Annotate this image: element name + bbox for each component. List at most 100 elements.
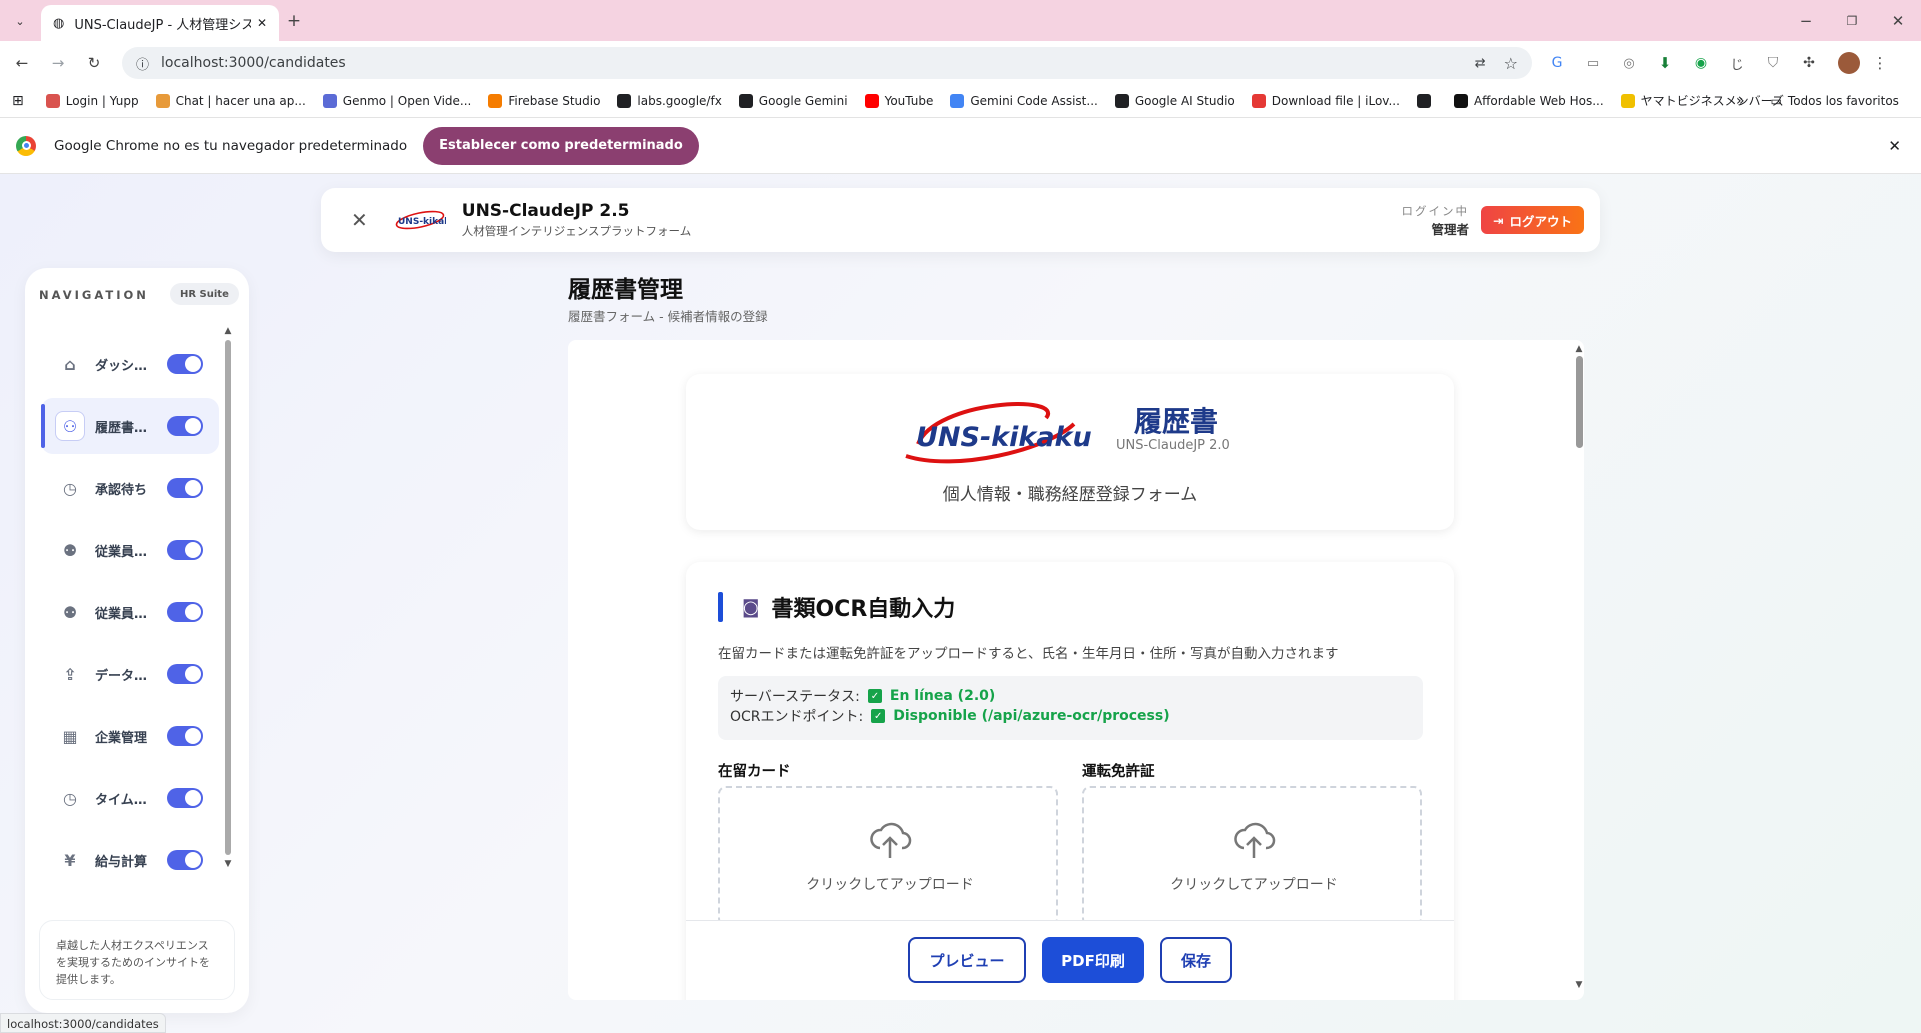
sidebar-item-label: 従業員一覧 xyxy=(95,606,157,622)
pdf-print-button[interactable]: PDF印刷 xyxy=(1042,937,1144,983)
sidebar-item[interactable]: ⚉ 従業員管理 xyxy=(41,522,219,578)
cloud-upload-icon xyxy=(868,818,912,866)
scroll-up-icon[interactable]: ▲ xyxy=(1574,344,1584,354)
bookmark-favicon-icon xyxy=(1251,93,1266,108)
folder-icon: ▭ xyxy=(1770,94,1782,108)
sidebar-scrollbar[interactable]: ▲ ▼ xyxy=(223,326,233,891)
bookmark-item[interactable]: Genmo | Open Vide... xyxy=(322,93,471,108)
sidebar-badge: HR Suite xyxy=(170,283,239,305)
apps-icon[interactable]: ⊞ xyxy=(12,93,24,109)
bookmark-item[interactable] xyxy=(1416,93,1437,108)
ocr-accent-bar xyxy=(718,592,723,622)
close-window-button[interactable]: ✕ xyxy=(1875,8,1921,34)
bookmark-favicon-icon xyxy=(488,93,503,108)
bookmark-item[interactable]: Gemini Code Assist... xyxy=(950,93,1098,108)
plus-icon: + xyxy=(286,11,302,31)
tab-search-button[interactable]: ⌄ xyxy=(8,9,32,33)
bookmark-item[interactable]: Download file | iLov... xyxy=(1251,93,1400,108)
infobar-text: Google Chrome no es tu navegador predete… xyxy=(54,137,408,154)
bookmark-item[interactable]: YouTube xyxy=(864,93,933,108)
star-icon[interactable]: ☆ xyxy=(1504,54,1518,73)
sidebar-item-toggle[interactable] xyxy=(167,726,203,746)
sidebar-item-toggle[interactable] xyxy=(167,602,203,622)
chevron-right-double-icon[interactable]: » xyxy=(1736,93,1745,109)
reload-icon: ↻ xyxy=(87,54,101,72)
set-default-button[interactable]: Establecer como predeterminado xyxy=(423,126,699,165)
form-scrollbar[interactable]: ▲ ▼ xyxy=(1574,344,1584,996)
save-button[interactable]: 保存 xyxy=(1160,937,1232,983)
menu-icon[interactable]: ⋮ xyxy=(1870,50,1890,76)
sidebar-item-toggle[interactable] xyxy=(167,540,203,560)
close-tab-icon[interactable]: ✕ xyxy=(257,16,267,30)
bookmark-favicon-icon xyxy=(617,93,632,108)
building-icon: ▦ xyxy=(62,726,78,746)
bookmark-item[interactable]: Affordable Web Hos... xyxy=(1453,93,1604,108)
shield-icon[interactable]: ⛉ xyxy=(1760,50,1786,76)
sidebar-item[interactable]: ⌂ ダッシュボード xyxy=(41,336,219,392)
bookmark-item[interactable]: Chat | hacer una ap... xyxy=(155,93,306,108)
endpoint-value: Disponible (/api/azure-ocr/process) xyxy=(893,708,1170,724)
sidebar-item-label: ダッシュボード xyxy=(95,358,157,374)
arrow-left-icon: ← xyxy=(15,54,29,72)
scroll-up-icon[interactable]: ▲ xyxy=(223,326,233,336)
bookmark-item[interactable]: Google Gemini xyxy=(738,93,848,108)
bookmark-favicon-icon xyxy=(738,93,753,108)
grammar-extension-icon[interactable]: ◉ xyxy=(1688,50,1714,76)
login-status: ログイン中 xyxy=(1401,203,1469,218)
bookmark-item[interactable]: Firebase Studio xyxy=(488,93,600,108)
close-infobar-icon[interactable]: ✕ xyxy=(1888,137,1901,155)
download-extension-icon[interactable]: ⬇ xyxy=(1652,50,1678,76)
user-plus-icon: ⚇ xyxy=(55,411,85,441)
browser-tab-active[interactable]: ◍ UNS-ClaudeJP - 人材管理システム ✕ xyxy=(41,5,279,41)
restore-button[interactable]: ❐ xyxy=(1829,8,1875,34)
ime-icon[interactable]: じ xyxy=(1724,50,1750,76)
bookmark-item[interactable]: Google AI Studio xyxy=(1114,93,1235,108)
sidebar-item[interactable]: ⚇ 履歴書管理 xyxy=(41,398,219,454)
sidebar-item-toggle[interactable] xyxy=(167,478,203,498)
back-button[interactable]: ← xyxy=(8,49,36,77)
scroll-down-icon[interactable]: ▼ xyxy=(1574,980,1584,990)
scroll-down-icon[interactable]: ▼ xyxy=(223,859,233,869)
sidebar-item[interactable]: ▦ 企業管理 xyxy=(41,708,219,764)
logout-button[interactable]: ⇥ ログアウト xyxy=(1481,206,1584,234)
sidebar-item[interactable]: ¥ 給与計算 xyxy=(41,832,219,888)
preview-button[interactable]: プレビュー xyxy=(908,937,1026,983)
site-info-icon[interactable]: ⓘ xyxy=(136,54,149,73)
bookmark-label: labs.google/fx xyxy=(637,93,722,108)
chrome-logo-icon xyxy=(16,135,36,156)
sidebar-item-toggle[interactable] xyxy=(167,664,203,684)
users-icon: ⚉ xyxy=(62,540,78,560)
sidebar-item[interactable]: ◷ タイムカード xyxy=(41,770,219,826)
bookmark-favicon-icon xyxy=(1114,93,1129,108)
forward-button[interactable]: → xyxy=(44,49,72,77)
camera-icon: ◙ xyxy=(742,596,760,618)
sidebar-item-toggle[interactable] xyxy=(167,788,203,808)
new-tab-button[interactable]: + xyxy=(283,10,305,32)
sidebar-item-toggle[interactable] xyxy=(167,850,203,870)
sidebar-item-toggle[interactable] xyxy=(167,416,203,436)
close-sidebar-icon[interactable]: ✕ xyxy=(351,208,368,232)
scroll-thumb[interactable] xyxy=(1575,356,1583,448)
bookmark-label: Chat | hacer una ap... xyxy=(175,93,306,108)
sidebar-item[interactable]: ⇪ データ入力 xyxy=(41,646,219,702)
sidebar-item-toggle[interactable] xyxy=(167,354,203,374)
puzzle-icon[interactable]: ✣ xyxy=(1796,50,1822,76)
cast-icon[interactable]: ▭ xyxy=(1580,50,1606,76)
sidebar-item[interactable]: ⚉ 従業員一覧 xyxy=(41,584,219,640)
logout-icon: ⇥ xyxy=(1493,212,1504,228)
sidebar-item[interactable]: ◷ 承認待ち xyxy=(41,460,219,516)
google-translate-icon[interactable]: G xyxy=(1544,50,1570,76)
scroll-thumb[interactable] xyxy=(225,340,231,855)
bookmark-item[interactable]: labs.google/fx xyxy=(617,93,722,108)
license-upload[interactable]: クリックしてアップロード xyxy=(1082,786,1422,926)
residence-card-upload[interactable]: クリックしてアップロード xyxy=(718,786,1058,926)
license-label: 運転免許証 xyxy=(1082,764,1155,780)
address-bar[interactable]: ⓘ localhost:3000/candidates ⇄ ☆ xyxy=(122,47,1532,79)
reload-button[interactable]: ↻ xyxy=(80,49,108,77)
chat-icon[interactable]: ◎ xyxy=(1616,50,1642,76)
translate-icon[interactable]: ⇄ xyxy=(1475,56,1486,71)
bookmark-item[interactable]: Login | Yupp xyxy=(45,93,139,108)
avatar[interactable] xyxy=(1838,52,1860,74)
all-bookmarks-link[interactable]: Todos los favoritos xyxy=(1788,94,1899,108)
minimize-button[interactable]: − xyxy=(1783,8,1829,34)
